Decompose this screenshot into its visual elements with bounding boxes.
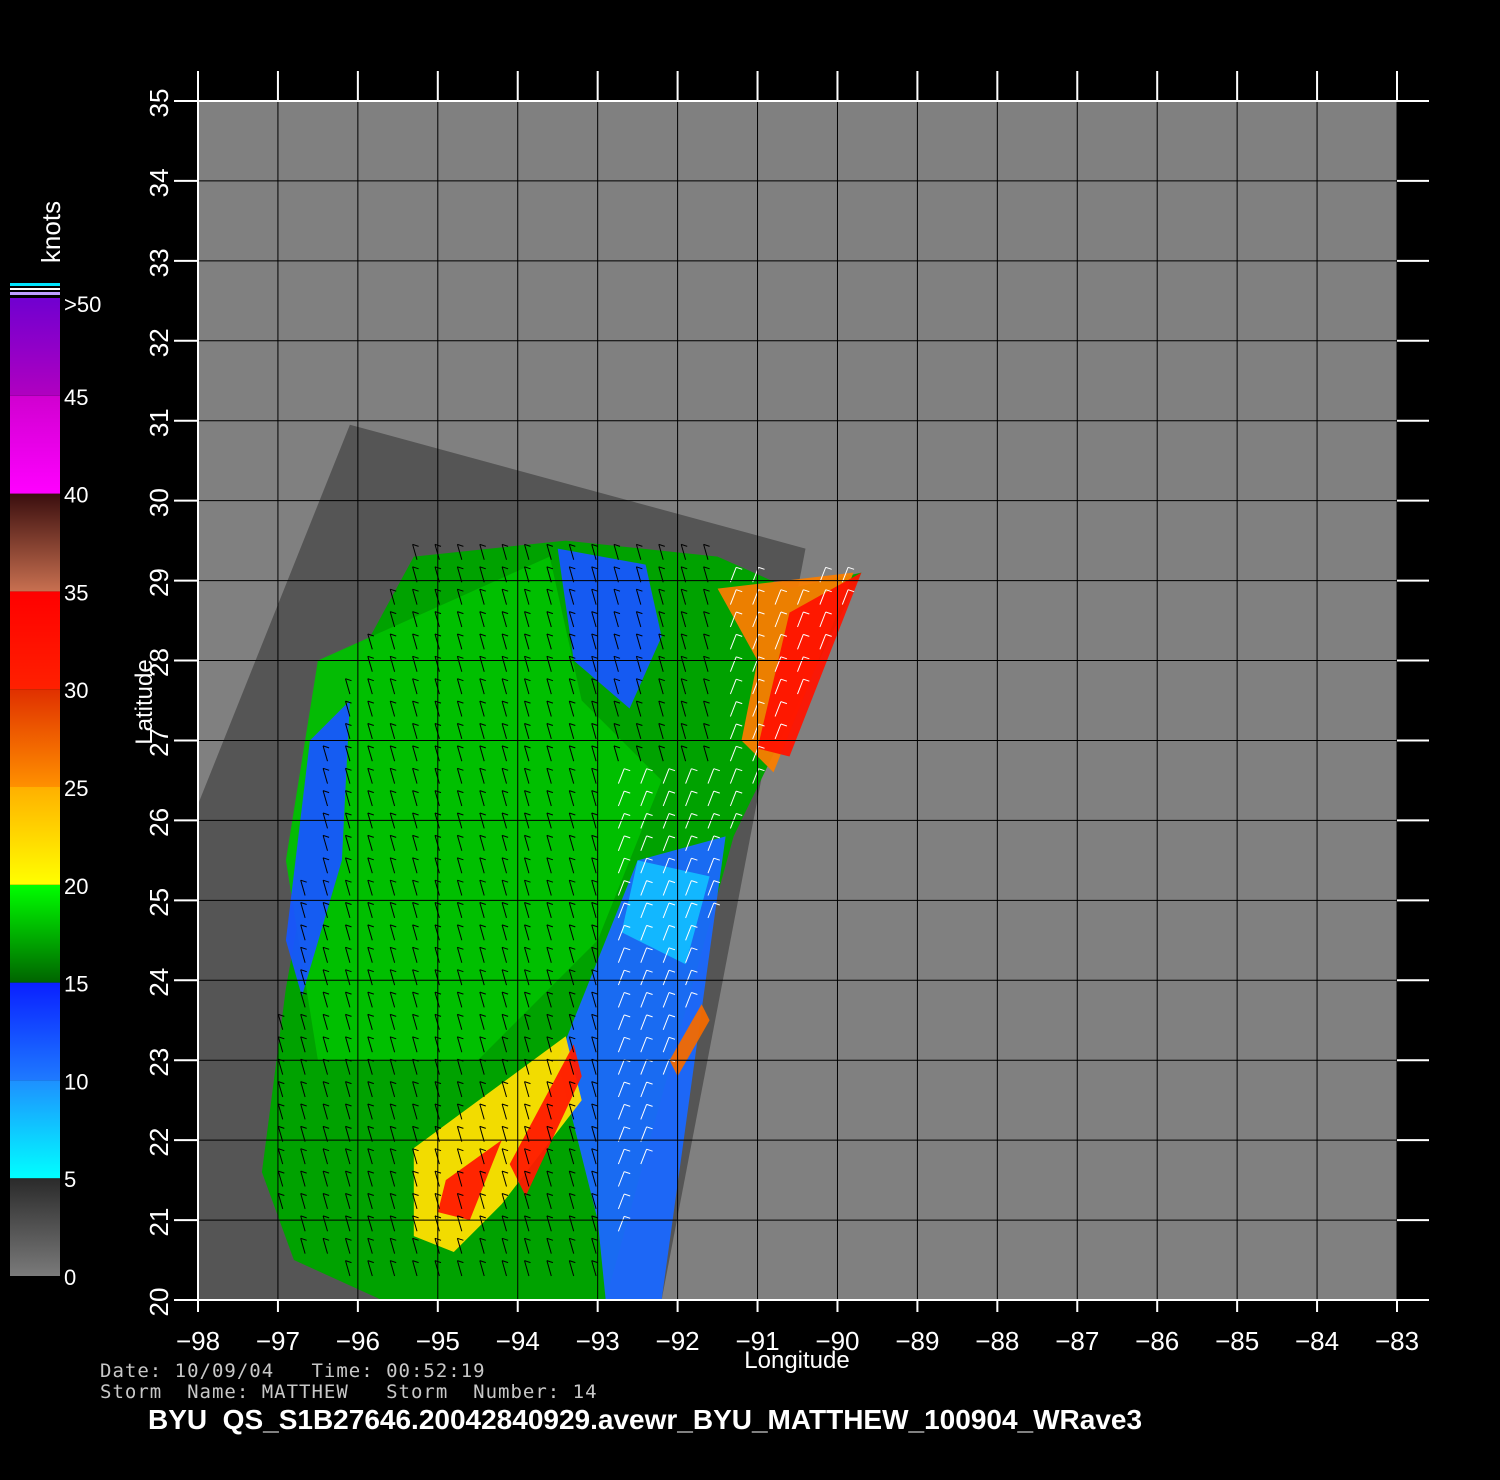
longitude-tick-label: −85	[1215, 1326, 1259, 1356]
latitude-tick-label: 20	[144, 1288, 174, 1317]
latitude-tick-label: 34	[144, 168, 174, 197]
latitude-tick-label: 26	[144, 808, 174, 837]
colorbar-segment	[10, 591, 60, 690]
map-area	[197, 100, 1398, 1301]
longitude-tick-label: −94	[496, 1326, 540, 1356]
colorbar-segment	[10, 884, 60, 983]
y-axis-label: Latitude	[131, 659, 158, 744]
colorbar-top-line	[10, 283, 60, 286]
colorbar-tick-label: 35	[64, 580, 88, 605]
colorbar-segment	[10, 689, 60, 787]
colorbar-segments	[10, 298, 60, 1276]
latitude-tick-label: 32	[144, 328, 174, 357]
colorbar-tick-label: 10	[64, 1069, 88, 1094]
colorbar-tick-label: 45	[64, 385, 88, 410]
longitude-tick-label: −86	[1135, 1326, 1179, 1356]
latitude-tick-label: 23	[144, 1048, 174, 1077]
longitude-tick-label: −89	[895, 1326, 939, 1356]
longitude-tick-label: −84	[1295, 1326, 1339, 1356]
colorbar-segment	[10, 298, 60, 396]
colorbar-tick-label: 5	[64, 1167, 76, 1192]
storm-name-line: Storm Name: MATTHEW Storm Number: 14	[100, 1381, 598, 1403]
latitude-tick-label: 31	[144, 408, 174, 437]
longitude-tick-label: −88	[975, 1326, 1019, 1356]
longitude-tick-label: −83	[1375, 1326, 1419, 1356]
longitude-tick-label: −98	[176, 1326, 220, 1356]
latitude-tick-label: 35	[144, 89, 174, 118]
colorbar-tick-label: 40	[64, 483, 88, 508]
latitude-tick-label: 33	[144, 248, 174, 277]
colorbar-tick-label: 0	[64, 1265, 76, 1290]
colorbar-tick-label: 15	[64, 972, 88, 997]
colorbar-segment	[10, 395, 60, 494]
longitude-tick-label: −92	[656, 1326, 700, 1356]
latitude-tick-label: 25	[144, 888, 174, 917]
colorbar-tick-label: 20	[64, 874, 88, 899]
longitude-tick-label: −87	[1055, 1326, 1099, 1356]
colorbar-unit-label: knots	[36, 201, 66, 263]
colorbar-segment	[10, 1178, 60, 1276]
colorbar-segment	[10, 982, 60, 1081]
longitude-tick-label: −93	[576, 1326, 620, 1356]
latitude-tick-label: 21	[144, 1208, 174, 1237]
latitude-tick-label: 29	[144, 568, 174, 597]
colorbar-top-line-2	[10, 288, 60, 290]
colorbar-segment	[10, 787, 60, 885]
longitude-tick-label: −95	[416, 1326, 460, 1356]
colorbar: knots >50 45 40 35 30 25 20 15 10 5 0	[10, 201, 101, 1290]
latitude-tick-label: 30	[144, 488, 174, 517]
colorbar-tick-label: 30	[64, 678, 88, 703]
figure-title: BYU QS_S1B27646.20042840929.avewr_BYU_MA…	[148, 1404, 1143, 1435]
longitude-tick-label: −96	[336, 1326, 380, 1356]
colorbar-segment	[10, 493, 60, 592]
date-time-line: Date: 10/09/04 Time: 00:52:19	[100, 1360, 486, 1382]
colorbar-segment	[10, 1080, 60, 1179]
longitude-tick-label: −97	[256, 1326, 300, 1356]
x-axis-label: Longitude	[744, 1347, 849, 1374]
latitude-tick-label: 24	[144, 968, 174, 997]
colorbar-tick-label: 25	[64, 776, 88, 801]
colorbar-tick-label: >50	[64, 292, 101, 317]
colorbar-tick-labels: >50 45 40 35 30 25 20 15 10 5 0	[64, 292, 101, 1290]
latitude-tick-label: 22	[144, 1128, 174, 1157]
wind-map-figure: −98 −97 −96 −95 −94 −93 −92 −91 −90 −89 −88 −87 −86−…	[10, 71, 1429, 1374]
colorbar-top-line-3	[10, 292, 60, 295]
